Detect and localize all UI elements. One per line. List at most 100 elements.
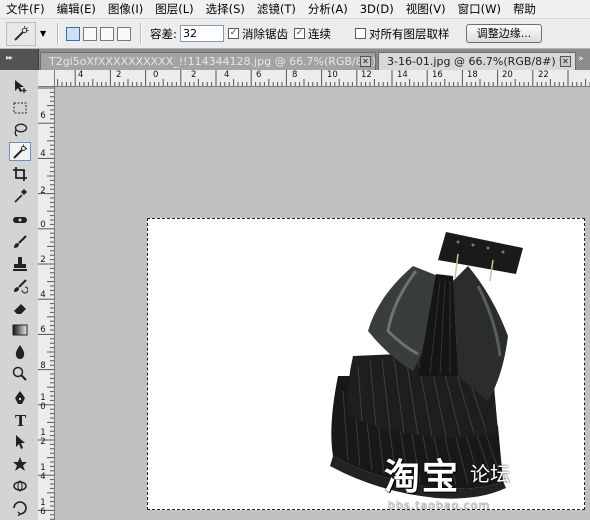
checkmark-icon: ✓ <box>294 28 305 39</box>
ruler-label: 0 <box>153 70 159 80</box>
ruler-label: 8 <box>292 70 298 80</box>
close-icon[interactable]: ✕ <box>360 56 371 67</box>
gradient-icon[interactable] <box>9 320 31 339</box>
vertical-ruler[interactable]: 6 4 2 0 2 4 6 8 10 12 14 16 <box>38 86 55 520</box>
3d-orbit-icon[interactable] <box>9 498 31 517</box>
ruler-label: 10 <box>327 70 338 80</box>
ruler-label: 22 <box>538 70 549 80</box>
ruler-label: 12 <box>361 70 372 80</box>
ruler-label: 4 <box>40 149 46 159</box>
watermark-logo: 淘宝 <box>384 457 461 498</box>
selection-marquee <box>147 218 585 510</box>
ruler-label: 6 <box>40 111 46 121</box>
menu-help[interactable]: 帮助 <box>507 0 542 18</box>
ruler-label: 14 <box>40 463 46 482</box>
selection-mode-group <box>66 19 131 48</box>
marquee-icon[interactable] <box>9 98 31 117</box>
subtract-from-selection-button[interactable] <box>100 26 114 41</box>
ruler-label: 0 <box>40 220 46 230</box>
tab-overflow-icon[interactable]: » <box>578 54 584 64</box>
intersect-selection-button[interactable] <box>117 26 131 41</box>
separator <box>140 23 142 44</box>
type-icon[interactable]: T <box>9 410 31 429</box>
collapse-arrows-icon: ▸▸ <box>6 53 13 62</box>
tab-document-2[interactable]: 3-16-01.jpg @ 66.7%(RGB/8#) * ✕ <box>378 52 576 70</box>
ruler-label: 2 <box>191 70 197 80</box>
ruler-label: 20 <box>502 70 513 80</box>
brush-icon[interactable] <box>9 232 31 251</box>
checkbox-empty-icon <box>355 28 366 39</box>
move-icon[interactable] <box>9 76 31 95</box>
ruler-label: 4 <box>224 70 230 80</box>
ruler-label: 4 <box>78 70 84 80</box>
panel-grip[interactable]: ▸▸ <box>0 49 39 70</box>
menu-filter[interactable]: 滤镜(T) <box>251 0 302 18</box>
ruler-label: 6 <box>256 70 262 80</box>
menu-image[interactable]: 图像(I) <box>102 0 149 18</box>
healing-brush-icon[interactable] <box>9 210 31 229</box>
ruler-origin[interactable] <box>38 70 55 87</box>
toolbox: T <box>0 70 39 520</box>
checkmark-icon: ✓ <box>228 28 239 39</box>
shape-icon[interactable] <box>9 454 31 473</box>
options-bar: ▼ 容差: ✓消除锯齿 ✓连续 对所有图层取样 调整边缘... <box>0 19 590 49</box>
tolerance-label: 容差: <box>150 26 177 41</box>
contiguous-checkbox[interactable]: ✓ 连续 <box>294 19 331 48</box>
menu-select[interactable]: 选择(S) <box>200 0 251 18</box>
separator <box>57 23 59 44</box>
path-selection-icon[interactable] <box>9 432 31 451</box>
blur-icon[interactable] <box>9 342 31 361</box>
magic-wand-icon[interactable] <box>9 142 31 161</box>
tab-label: 3-16-01.jpg @ 66.7%(RGB/8#) * <box>387 55 565 68</box>
ruler-label: 6 <box>40 325 46 335</box>
tool-preset-picker[interactable]: ▼ <box>6 19 50 48</box>
new-selection-button[interactable] <box>66 26 80 41</box>
eyedropper-icon[interactable] <box>9 186 31 205</box>
menu-layer[interactable]: 图层(L) <box>149 0 199 18</box>
ruler-label: 18 <box>467 70 478 80</box>
clone-stamp-icon[interactable] <box>9 254 31 273</box>
tab-document-1[interactable]: T2gi5oXfXXXXXXXXXX_!!114344128.jpg @ 66.… <box>40 52 376 70</box>
add-to-selection-button[interactable] <box>83 26 97 41</box>
document-tabs-bar: ▸▸ T2gi5oXfXXXXXXXXXX_!!114344128.jpg @ … <box>0 49 590 70</box>
svg-text:T: T <box>15 412 27 428</box>
chevron-down-icon: ▼ <box>40 29 47 38</box>
dodge-icon[interactable] <box>9 364 31 383</box>
menu-3d[interactable]: 3D(D) <box>354 0 400 18</box>
crop-icon[interactable] <box>9 164 31 183</box>
refine-edge-button[interactable]: 调整边缘... <box>466 24 542 43</box>
ruler-label: 14 <box>397 70 408 80</box>
ruler-label: 2 <box>40 255 46 265</box>
ruler-label: 16 <box>432 70 443 80</box>
sample-all-layers-label: 对所有图层取样 <box>369 26 450 41</box>
magic-wand-icon <box>6 21 36 46</box>
ruler-label: 2 <box>116 70 122 80</box>
watermark-url: bbs.taobao.com <box>388 499 491 512</box>
horizontal-ruler[interactable]: 4 2 0 2 4 6 8 10 12 14 16 18 20 22 <box>38 70 590 87</box>
lasso-icon[interactable] <box>9 120 31 139</box>
tab-label: T2gi5oXfXXXXXXXXXX_!!114344128.jpg @ 66.… <box>49 55 376 68</box>
ruler-label: 12 <box>40 428 46 447</box>
menu-edit[interactable]: 编辑(E) <box>51 0 102 18</box>
close-icon[interactable]: ✕ <box>560 56 571 67</box>
sample-all-layers-checkbox[interactable]: 对所有图层取样 <box>355 19 450 48</box>
history-brush-icon[interactable] <box>9 276 31 295</box>
anti-alias-checkbox[interactable]: ✓ 消除锯齿 <box>228 19 288 48</box>
watermark-sub: 论坛 <box>470 462 510 486</box>
menu-bar: 文件(F) 编辑(E) 图像(I) 图层(L) 选择(S) 滤镜(T) 分析(A… <box>0 0 590 19</box>
menu-file[interactable]: 文件(F) <box>0 0 51 18</box>
pen-icon[interactable] <box>9 388 31 407</box>
anti-alias-label: 消除锯齿 <box>242 26 288 41</box>
ruler-label: 4 <box>40 290 46 300</box>
tolerance-input[interactable] <box>180 25 224 42</box>
eraser-icon[interactable] <box>9 298 31 317</box>
3d-rotate-icon[interactable] <box>9 476 31 495</box>
menu-view[interactable]: 视图(V) <box>400 0 452 18</box>
contiguous-label: 连续 <box>308 26 331 41</box>
ruler-label: 8 <box>40 361 46 371</box>
menu-window[interactable]: 窗口(W) <box>452 0 507 18</box>
ruler-label: 2 <box>40 186 46 196</box>
menu-analysis[interactable]: 分析(A) <box>302 0 354 18</box>
ruler-label: 16 <box>40 498 46 517</box>
ruler-label: 10 <box>40 393 46 412</box>
